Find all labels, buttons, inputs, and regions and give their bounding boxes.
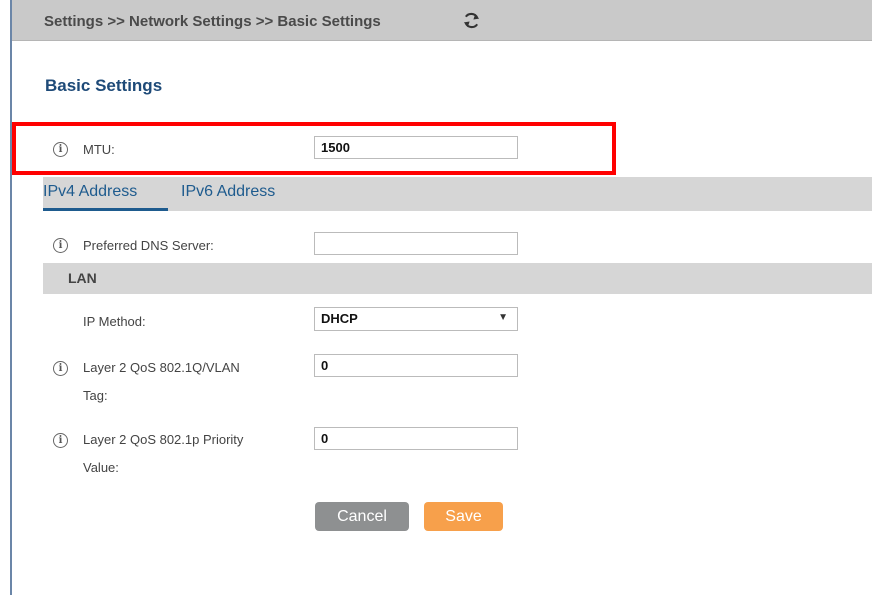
vlan-tag-label-line2: Tag: [83,388,108,403]
info-icon[interactable]: i [53,238,68,253]
address-tabs: IPv4 Address IPv6 Address [43,177,872,211]
top-bar: Settings >> Network Settings >> Basic Se… [12,0,872,41]
active-tab-indicator [43,208,168,211]
lan-title: LAN [68,270,97,286]
dns-label: Preferred DNS Server: [83,238,214,253]
priority-label-line1: Layer 2 QoS 802.1p Priority [83,432,244,447]
tab-ipv6-address[interactable]: IPv6 Address [181,183,275,201]
breadcrumb: Settings >> Network Settings >> Basic Se… [44,13,381,30]
page-title: Basic Settings [45,76,163,95]
cancel-button[interactable]: Cancel [315,502,409,531]
priority-label-line2: Value: [83,460,119,475]
vlan-tag-input[interactable] [314,354,518,377]
info-icon[interactable]: i [53,361,68,376]
ip-method-select[interactable]: DHCP ▼ [314,307,518,331]
ip-method-label: IP Method: [83,314,146,329]
page-left-border [10,0,12,595]
vlan-tag-label-line1: Layer 2 QoS 802.1Q/VLAN [83,360,240,375]
tab-ipv4-address[interactable]: IPv4 Address [43,183,137,201]
info-icon[interactable]: i [53,433,68,448]
dns-input[interactable] [314,232,518,255]
ip-method-value: DHCP [321,311,358,326]
priority-input[interactable] [314,427,518,450]
refresh-icon[interactable] [462,11,481,30]
highlight-box [12,122,616,175]
save-button[interactable]: Save [424,502,503,531]
lan-section-header: LAN [43,263,872,294]
chevron-down-icon: ▼ [498,312,508,323]
